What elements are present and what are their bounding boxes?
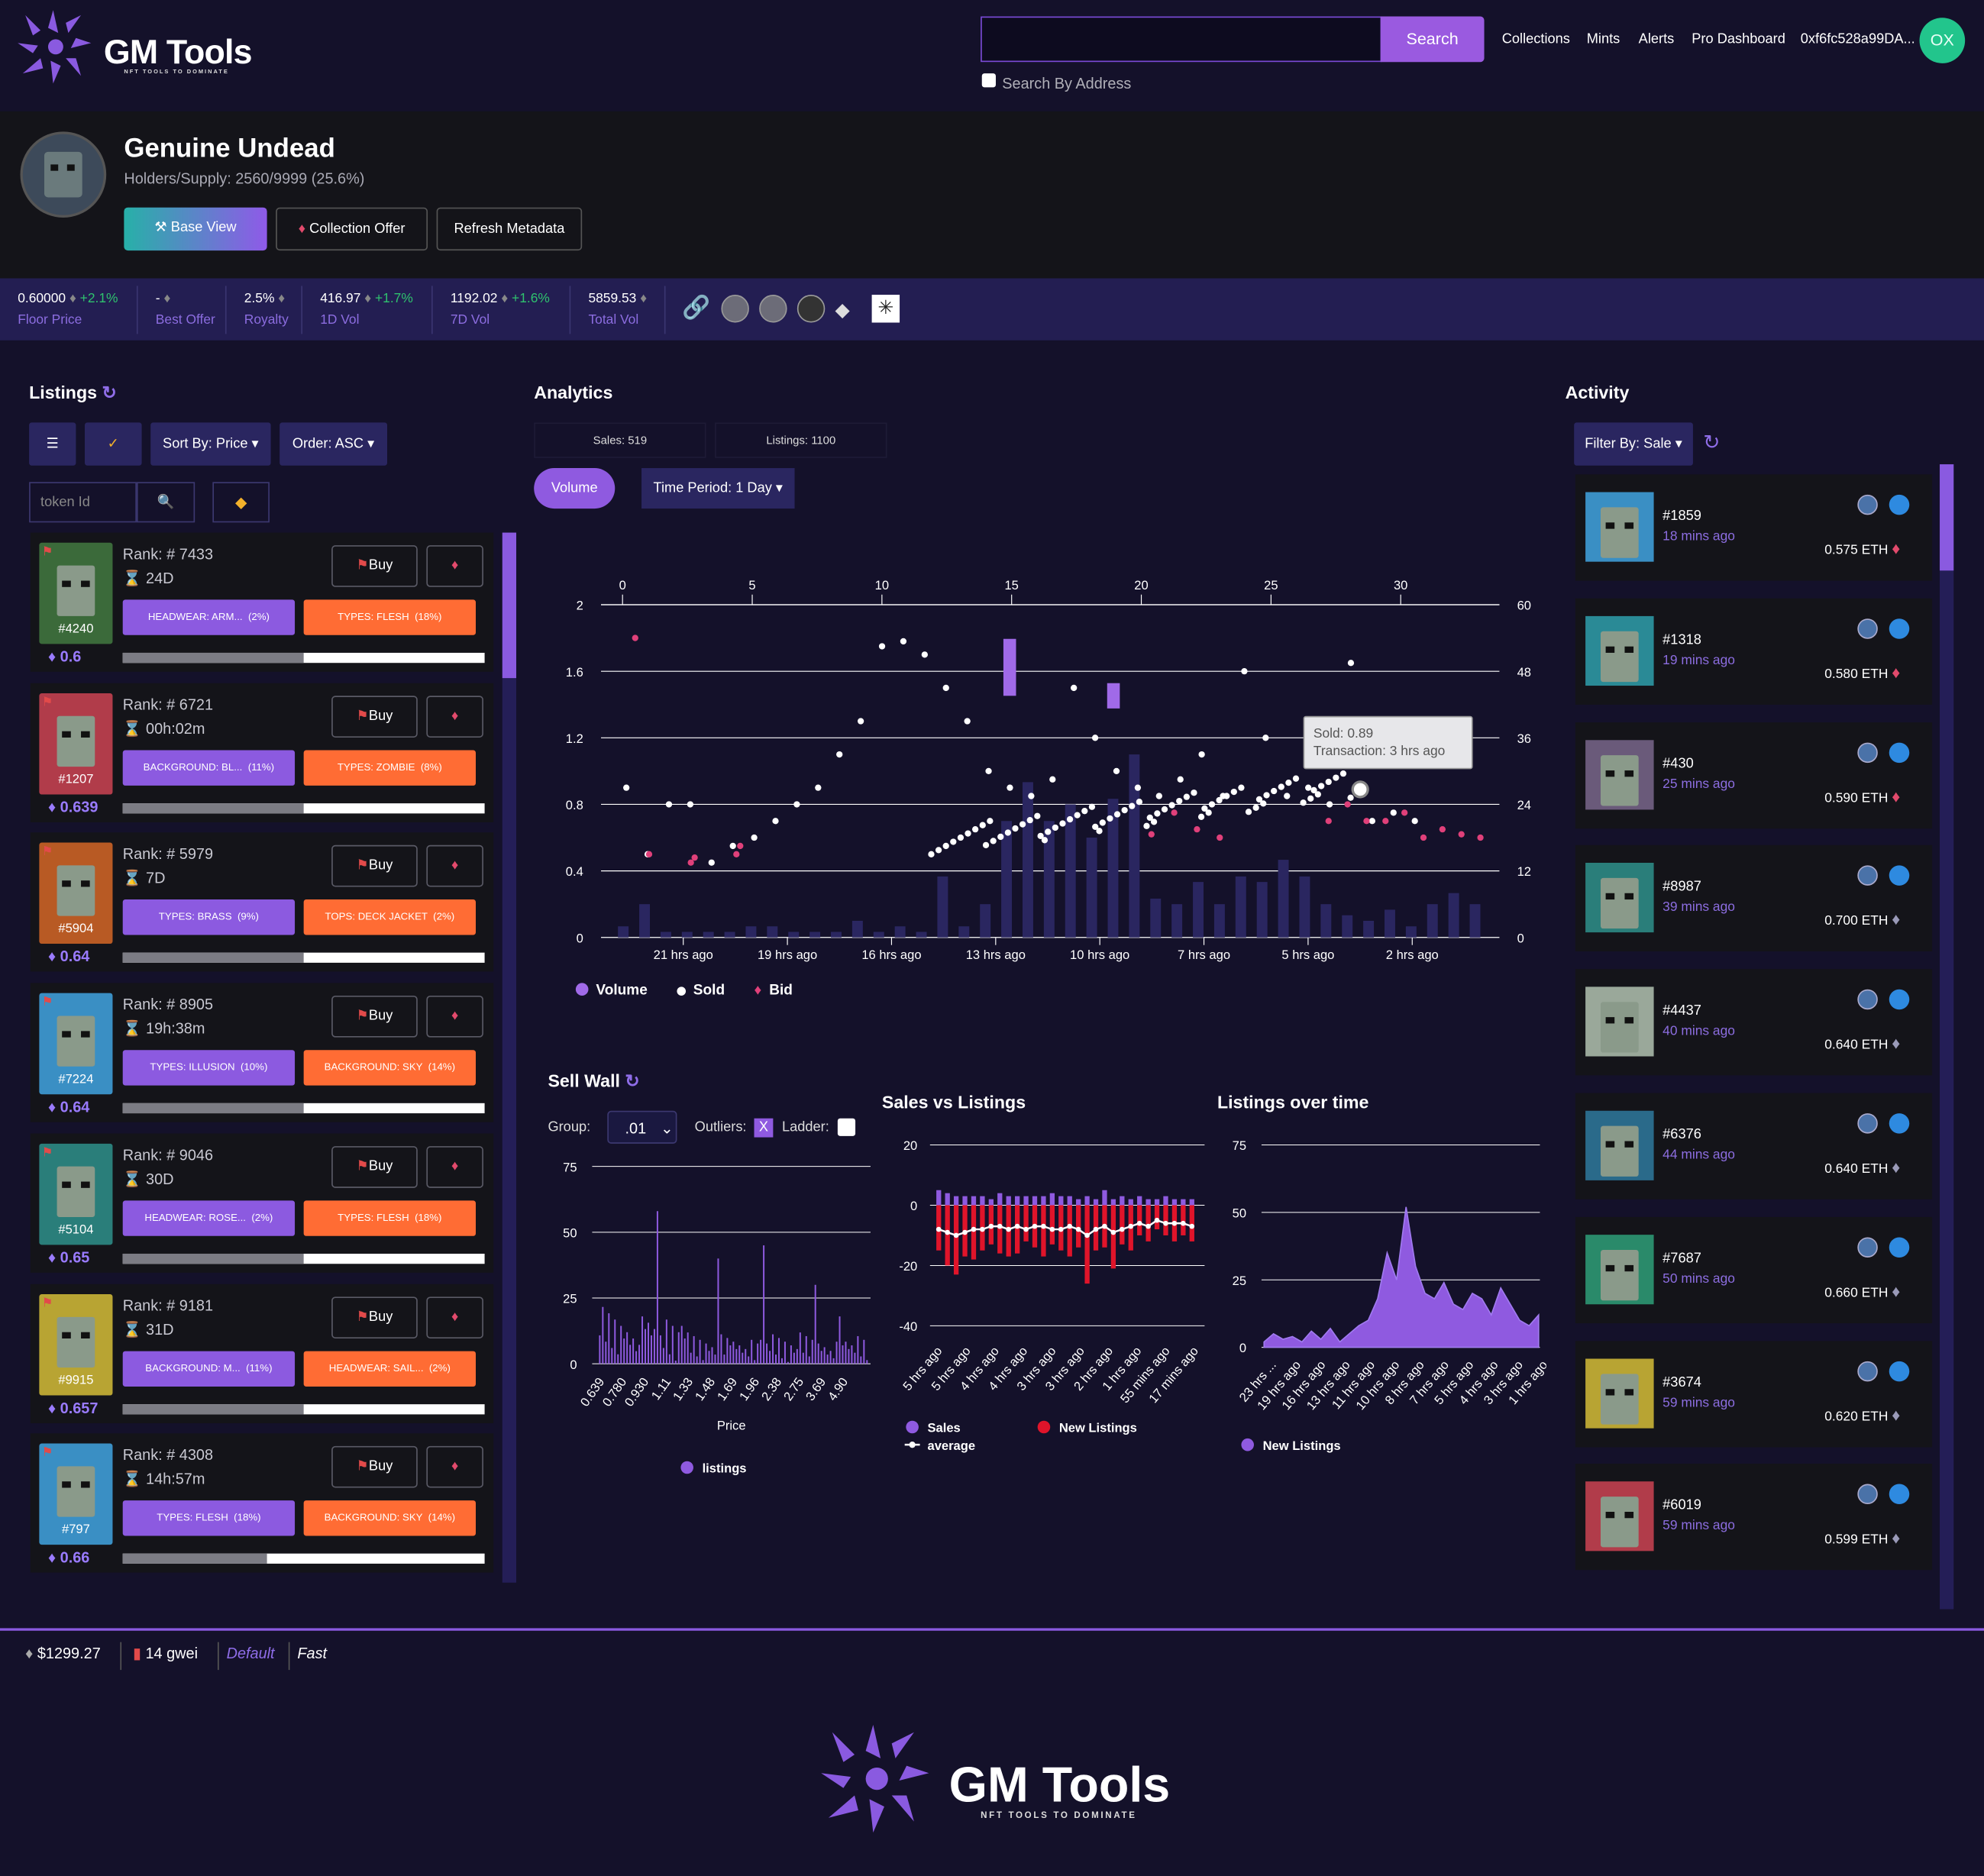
token-id[interactable]: #430 [1662, 756, 1694, 771]
sale-price: 0.590 ETH ♦ [1824, 786, 1901, 806]
opensea-icon[interactable] [1889, 1237, 1910, 1258]
opensea-icon[interactable] [1889, 494, 1910, 515]
activity-row[interactable]: #1859 18 mins ago 0.575 ETH ♦ [1575, 474, 1933, 581]
footer-divider [0, 1628, 1984, 1631]
sale-price: 0.580 ETH ♦ [1824, 662, 1901, 682]
opensea-icon[interactable] [1889, 741, 1910, 763]
gas-default-option[interactable]: Default [227, 1645, 275, 1662]
opensea-icon[interactable] [1889, 618, 1910, 639]
nft-thumbnail[interactable] [1585, 1110, 1654, 1180]
nft-thumbnail[interactable] [1585, 739, 1654, 809]
sale-time: 59 mins ago [1662, 1394, 1735, 1410]
eth-icon: ♦ [1892, 1281, 1901, 1300]
marketplace-icon[interactable] [1857, 1237, 1878, 1258]
eth-icon: ♦ [1892, 1529, 1901, 1548]
gas-price: ▮ 14 gwei [132, 1644, 199, 1663]
token-id[interactable]: #8987 [1662, 880, 1701, 895]
activity-row[interactable]: #6376 44 mins ago 0.640 ETH ♦ [1575, 1093, 1933, 1200]
footer [0, 1629, 1984, 1876]
marketplace-icon[interactable] [1857, 1361, 1878, 1381]
marketplace-icon[interactable] [1857, 1113, 1878, 1134]
token-id[interactable]: #6019 [1662, 1498, 1701, 1513]
nft-thumbnail[interactable] [1585, 492, 1654, 562]
sale-time: 19 mins ago [1662, 652, 1735, 668]
sale-time: 44 mins ago [1662, 1147, 1735, 1163]
sale-price: 0.700 ETH ♦ [1824, 909, 1901, 929]
footer-logo-text: GM Tools [948, 1758, 1171, 1813]
opensea-icon[interactable] [1889, 990, 1910, 1010]
eth-icon: ♦ [1892, 1033, 1901, 1053]
sale-time: 50 mins ago [1662, 1271, 1735, 1287]
sale-price: 0.620 ETH ♦ [1824, 1405, 1901, 1424]
activity-row[interactable]: #1318 19 mins ago 0.580 ETH ♦ [1575, 598, 1933, 705]
marketplace-icon[interactable] [1857, 618, 1878, 639]
nft-thumbnail[interactable] [1585, 863, 1654, 933]
token-id[interactable]: #3674 [1662, 1374, 1701, 1390]
token-id[interactable]: #1859 [1662, 509, 1701, 524]
opensea-icon[interactable] [1889, 1113, 1910, 1134]
footer-sep [120, 1642, 122, 1671]
eth-price: ♦ $1299.27 [25, 1644, 101, 1663]
marketplace-icon[interactable] [1857, 990, 1878, 1010]
marketplace-icon[interactable] [1857, 494, 1878, 515]
nft-thumbnail[interactable] [1585, 615, 1654, 686]
activity-list: #1859 18 mins ago 0.575 ETH ♦ #1318 19 m… [0, 0, 1984, 1610]
eth-icon: ♦ [1892, 786, 1901, 806]
token-id[interactable]: #6376 [1662, 1127, 1701, 1142]
sale-time: 25 mins ago [1662, 776, 1735, 792]
nft-thumbnail[interactable] [1585, 1234, 1654, 1304]
footer-sep [217, 1642, 219, 1671]
opensea-icon[interactable] [1889, 865, 1910, 886]
sale-time: 18 mins ago [1662, 528, 1735, 544]
nft-thumbnail[interactable] [1585, 986, 1654, 1057]
activity-row[interactable]: #3674 59 mins ago 0.620 ETH ♦ [1575, 1340, 1933, 1447]
nft-thumbnail[interactable] [1585, 1481, 1654, 1552]
token-id[interactable]: #4437 [1662, 1003, 1701, 1019]
sale-price: 0.640 ETH ♦ [1824, 1158, 1901, 1177]
gas-fast-option[interactable]: Fast [297, 1645, 327, 1662]
eth-icon: ♦ [1892, 1405, 1901, 1424]
sale-time: 40 mins ago [1662, 1023, 1735, 1039]
token-id[interactable]: #7687 [1662, 1251, 1701, 1266]
token-id[interactable]: #1318 [1662, 632, 1701, 647]
marketplace-icon[interactable] [1857, 741, 1878, 763]
footer-tagline: NFT TOOLS TO DOMINATE [981, 1811, 1137, 1821]
eth-icon: ♦ [1892, 538, 1901, 558]
footer-sep [288, 1642, 290, 1671]
activity-row[interactable]: #6019 59 mins ago 0.599 ETH ♦ [1575, 1464, 1933, 1571]
gm-logo-icon [821, 1725, 929, 1833]
sale-price: 0.575 ETH ♦ [1824, 538, 1901, 558]
marketplace-icon[interactable] [1857, 1484, 1878, 1505]
sale-price: 0.599 ETH ♦ [1824, 1529, 1901, 1548]
sale-time: 59 mins ago [1662, 1518, 1735, 1534]
nft-thumbnail[interactable] [1585, 1358, 1654, 1428]
activity-row[interactable]: #430 25 mins ago 0.590 ETH ♦ [1575, 722, 1933, 828]
eth-icon: ♦ [1892, 1158, 1901, 1177]
sale-price: 0.640 ETH ♦ [1824, 1033, 1901, 1053]
opensea-icon[interactable] [1889, 1484, 1910, 1505]
activity-scrollbar[interactable] [1940, 464, 1954, 1610]
sale-price: 0.660 ETH ♦ [1824, 1281, 1901, 1300]
activity-row[interactable]: #7687 50 mins ago 0.660 ETH ♦ [1575, 1216, 1933, 1323]
opensea-icon[interactable] [1889, 1361, 1910, 1381]
eth-icon: ♦ [1892, 662, 1901, 682]
activity-row[interactable]: #4437 40 mins ago 0.640 ETH ♦ [1575, 969, 1933, 1076]
marketplace-icon[interactable] [1857, 865, 1878, 886]
gas-pump-icon: ▮ [132, 1644, 141, 1663]
eth-icon: ♦ [25, 1644, 34, 1663]
eth-icon: ♦ [1892, 909, 1901, 929]
activity-row[interactable]: #8987 39 mins ago 0.700 ETH ♦ [1575, 845, 1933, 952]
sale-time: 39 mins ago [1662, 899, 1735, 915]
